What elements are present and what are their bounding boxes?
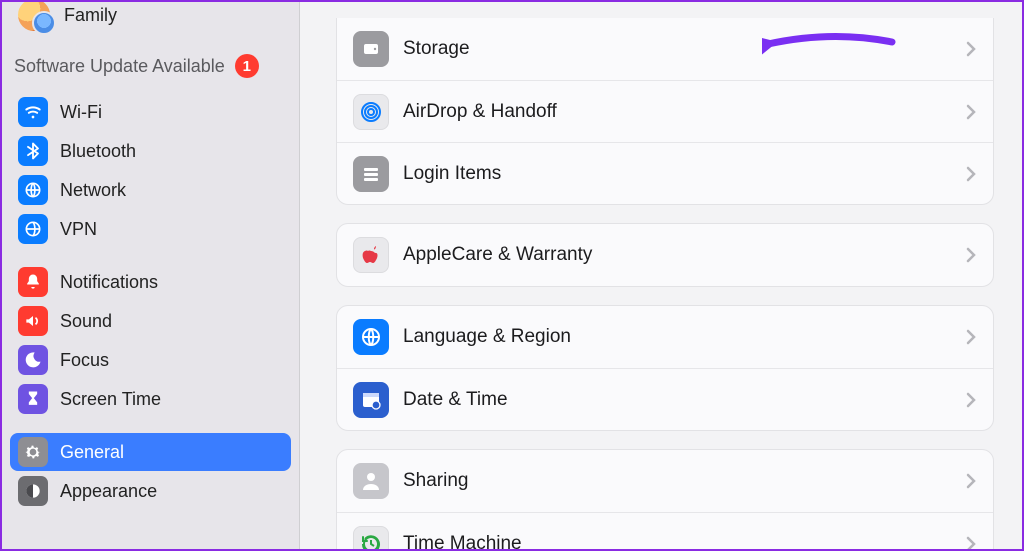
sidebar-item-label: Focus [60,350,109,371]
sidebar-item-vpn[interactable]: VPN [10,210,291,248]
moon-icon [18,345,48,375]
chevron-right-icon [965,40,977,58]
sidebar-item-notifications[interactable]: Notifications [10,263,291,301]
disk-icon [353,31,389,67]
sidebar-item-label: Network [60,180,126,201]
sidebar-item-screentime[interactable]: Screen Time [10,380,291,418]
item-storage[interactable]: Storage [337,18,993,80]
item-label: Time Machine [403,533,951,550]
sidebar-item-focus[interactable]: Focus [10,341,291,379]
item-label: AirDrop & Handoff [403,101,951,123]
settings-group: Storage AirDrop & Handoff Login Items [336,18,994,205]
item-label: Date & Time [403,389,951,411]
item-login-items[interactable]: Login Items [337,142,993,204]
item-label: Storage [403,38,951,60]
item-label: Language & Region [403,326,951,348]
family-avatar-icon [16,2,52,33]
appearance-icon [18,476,48,506]
settings-window: Family Software Update Available 1 Wi-Fi [0,0,1024,551]
sidebar-item-label: General [60,442,124,463]
settings-group: AppleCare & Warranty [336,223,994,287]
sidebar-item-general[interactable]: General [10,433,291,471]
globe-icon [353,319,389,355]
item-date-time[interactable]: Date & Time [337,368,993,430]
list-icon [353,156,389,192]
sidebar-item-sound[interactable]: Sound [10,302,291,340]
chevron-right-icon [965,103,977,121]
chevron-right-icon [965,535,977,550]
software-update-text: Software Update Available [14,56,225,77]
chevron-right-icon [965,328,977,346]
sidebar-item-network[interactable]: Network [10,171,291,209]
item-label: Login Items [403,163,951,185]
gear-icon [18,437,48,467]
calendar-gear-icon [353,382,389,418]
sidebar-item-bluetooth[interactable]: Bluetooth [10,132,291,170]
item-label: AppleCare & Warranty [403,244,951,266]
sidebar-item-appearance[interactable]: Appearance [10,472,291,510]
item-time-machine[interactable]: Time Machine [337,512,993,549]
sidebar-item-label: Notifications [60,272,158,293]
bell-icon [18,267,48,297]
sidebar-item-wifi[interactable]: Wi-Fi [10,93,291,131]
person-icon [353,463,389,499]
chevron-right-icon [965,472,977,490]
chevron-right-icon [965,391,977,409]
sidebar: Family Software Update Available 1 Wi-Fi [2,2,300,549]
time-machine-icon [353,526,389,550]
speaker-icon [18,306,48,336]
sidebar-item-label: Bluetooth [60,141,136,162]
item-sharing[interactable]: Sharing [337,450,993,512]
apple-logo-icon [353,237,389,273]
settings-group: Sharing Time Machine [336,449,994,549]
sidebar-item-family[interactable]: Family [10,2,291,34]
software-update-heading[interactable]: Software Update Available 1 [10,34,291,84]
sidebar-item-label: Family [64,5,117,26]
airdrop-icon [353,94,389,130]
bluetooth-icon [18,136,48,166]
globe-icon [18,175,48,205]
wifi-icon [18,97,48,127]
item-label: Sharing [403,470,951,492]
vpn-icon [18,214,48,244]
chevron-right-icon [965,246,977,264]
hourglass-icon [18,384,48,414]
detail-pane: Storage AirDrop & Handoff Login Items [300,2,1022,549]
chevron-right-icon [965,165,977,183]
settings-group: Language & Region Date & Time [336,305,994,431]
item-applecare[interactable]: AppleCare & Warranty [337,224,993,286]
sidebar-item-label: Wi-Fi [60,102,102,123]
sidebar-item-label: VPN [60,219,97,240]
sidebar-item-label: Sound [60,311,112,332]
sidebar-item-label: Appearance [60,481,157,502]
item-language-region[interactable]: Language & Region [337,306,993,368]
item-airdrop-handoff[interactable]: AirDrop & Handoff [337,80,993,142]
sidebar-item-label: Screen Time [60,389,161,410]
update-badge: 1 [235,54,259,78]
